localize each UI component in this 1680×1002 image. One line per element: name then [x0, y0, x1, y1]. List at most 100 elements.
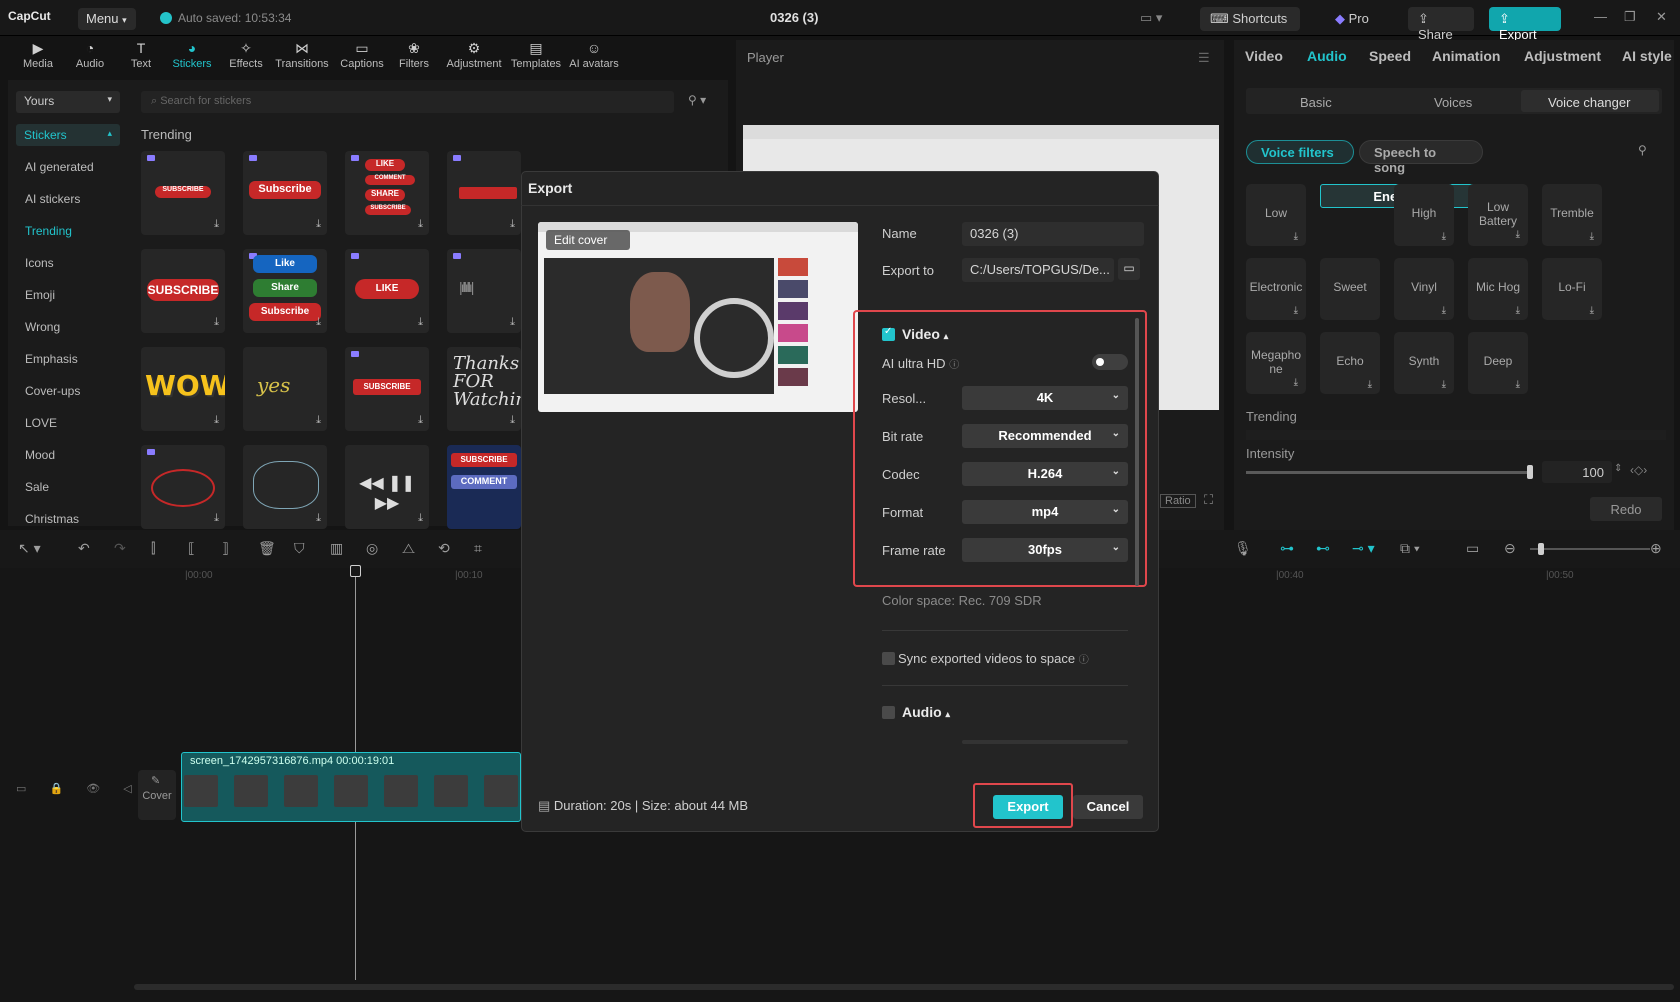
- split-icon[interactable]: ⫿: [151, 540, 155, 557]
- freeze-icon[interactable]: ▥: [330, 540, 343, 557]
- tool-filters[interactable]: ❀ Filters: [386, 40, 442, 70]
- voice-filter-synth[interactable]: Synth ⤓: [1394, 332, 1454, 394]
- download-icon[interactable]: ⤓: [316, 414, 321, 427]
- redo-icon[interactable]: ↷: [114, 540, 126, 557]
- crop-icon[interactable]: ⌗: [474, 540, 482, 557]
- category-ai-generated[interactable]: AI generated: [25, 160, 94, 174]
- tool-media[interactable]: ▶ Media: [10, 40, 66, 70]
- video-heading[interactable]: Video ▴: [902, 326, 948, 342]
- download-icon[interactable]: ⤓: [214, 414, 219, 427]
- sticker-tile[interactable]: Like Share Subscribe ⤓: [243, 249, 327, 333]
- name-input[interactable]: 0326 (3): [962, 222, 1144, 246]
- category-stickers[interactable]: Stickers ▴: [16, 124, 120, 146]
- keyframe-icon[interactable]: ‹◇›: [1630, 463, 1647, 477]
- video-checkbox[interactable]: ✓: [882, 326, 895, 341]
- voice-filter-echo[interactable]: Echo ⤓: [1320, 332, 1380, 394]
- sticker-tile[interactable]: SUBSCRIBE ⤓: [141, 249, 225, 333]
- download-icon[interactable]: ⤓: [418, 512, 423, 525]
- sticker-tile[interactable]: yes ⤓: [243, 347, 327, 431]
- voice-filter-sweet[interactable]: Sweet: [1320, 258, 1380, 320]
- sticker-tile[interactable]: SUBSCRIBE COMMENT: [447, 445, 521, 529]
- download-icon[interactable]: ⤓: [418, 414, 423, 427]
- voice-filter-mic-hog[interactable]: Mic Hog ⤓: [1468, 258, 1528, 320]
- sticker-tile[interactable]: ◀◀ ❚❚ ▶▶ ⤓: [345, 445, 429, 529]
- pro-button[interactable]: ◆ Pro: [1325, 7, 1385, 31]
- redo-button[interactable]: Redo: [1590, 497, 1662, 521]
- preview-axis-icon[interactable]: ⊸ ▾: [1352, 540, 1375, 557]
- category-emoji[interactable]: Emoji: [25, 288, 55, 302]
- voice-filter-megaphone[interactable]: Megaphone ⤓: [1246, 332, 1306, 394]
- tool-templates[interactable]: ▤ Templates: [506, 40, 566, 70]
- maximize-icon[interactable]: ❐: [1624, 9, 1636, 25]
- menu-icon[interactable]: ☰: [1198, 50, 1210, 66]
- zoom-slider-thumb[interactable]: [1538, 543, 1544, 555]
- voice-filter-deep[interactable]: Deep ⤓: [1468, 332, 1528, 394]
- download-icon[interactable]: ⤓: [510, 218, 515, 231]
- category-icons[interactable]: Icons: [25, 256, 54, 270]
- intensity-slider-thumb[interactable]: [1527, 465, 1533, 479]
- download-icon[interactable]: ⤓: [1516, 305, 1520, 316]
- screen-icon[interactable]: ▭: [1466, 540, 1479, 557]
- download-icon[interactable]: ⤓: [316, 316, 321, 329]
- download-icon[interactable]: ⤓: [510, 316, 515, 329]
- download-icon[interactable]: ⤓: [1294, 305, 1298, 316]
- voice-filters-button[interactable]: Voice filters: [1246, 140, 1354, 164]
- voice-filter-lo-fi[interactable]: Lo-Fi ⤓: [1542, 258, 1602, 320]
- download-icon[interactable]: ⤓: [1294, 231, 1298, 242]
- codec-select[interactable]: H.264 ⌄: [962, 462, 1128, 486]
- sticker-tile[interactable]: SUBSCRIBE ⤓: [141, 151, 225, 235]
- zoom-slider[interactable]: [1530, 548, 1650, 550]
- zoom-out-icon[interactable]: ⊖: [1504, 540, 1516, 557]
- split-left-icon[interactable]: ⟦: [188, 540, 195, 557]
- download-icon[interactable]: ⤓: [1590, 305, 1594, 316]
- audio-heading[interactable]: Audio ▴: [902, 704, 950, 720]
- tool-ai-avatars[interactable]: ☺ AI avatars: [564, 40, 624, 70]
- filter-icon[interactable]: ⚲: [1638, 143, 1647, 157]
- share-button[interactable]: ⇪ Share: [1408, 7, 1474, 42]
- layout-icon[interactable]: ▭ ▾: [1140, 10, 1162, 26]
- tool-transitions[interactable]: ⋈ Transitions: [274, 40, 330, 70]
- download-icon[interactable]: ⤓: [1516, 228, 1520, 242]
- select-tool-icon[interactable]: ↖ ▾: [18, 540, 41, 557]
- bitrate-select[interactable]: Recommended ⌄: [962, 424, 1128, 448]
- sticker-tile[interactable]: Thanks FOR Watching ⤓: [447, 347, 521, 431]
- download-icon[interactable]: ⤓: [1442, 379, 1446, 390]
- timeline-scrollbar[interactable]: [134, 984, 1674, 990]
- download-icon[interactable]: ⤓: [510, 414, 515, 427]
- menu-button[interactable]: Menu ▾: [78, 8, 136, 30]
- dialog-scrollbar[interactable]: [1135, 318, 1139, 586]
- sticker-tile[interactable]: LIKE ⤓: [345, 249, 429, 333]
- sticker-tile[interactable]: SUBSCRIBE ⤓: [345, 347, 429, 431]
- subtab-voice-changer[interactable]: Voice changer: [1548, 95, 1630, 110]
- marker-icon[interactable]: ⛉: [294, 540, 305, 557]
- format-select[interactable]: mp4 ⌄: [962, 500, 1128, 524]
- download-icon[interactable]: ⤓: [418, 316, 423, 329]
- sticker-tile[interactable]: ⤓: [243, 445, 327, 529]
- stepper-icon[interactable]: ⇕: [1614, 463, 1622, 474]
- voice-filter-high[interactable]: High ⤓: [1394, 184, 1454, 246]
- link-icon[interactable]: ⊷: [1316, 540, 1330, 557]
- tool-stickers[interactable]: ◕ Stickers: [164, 40, 220, 70]
- category-mood[interactable]: Mood: [25, 448, 55, 462]
- cancel-button[interactable]: Cancel: [1073, 795, 1143, 819]
- category-christmas[interactable]: Christmas: [25, 512, 79, 526]
- tool-effects[interactable]: ✧ Effects: [218, 40, 274, 70]
- sticker-tile[interactable]: Subscribe ⤓: [243, 151, 327, 235]
- split-right-icon[interactable]: ⟧: [222, 540, 229, 557]
- sticker-search-input[interactable]: ⌕ Search for stickers: [141, 91, 674, 113]
- tab-audio[interactable]: Audio: [1307, 48, 1347, 64]
- delete-icon[interactable]: 🗑: [258, 540, 276, 557]
- download-icon[interactable]: ⤓: [1294, 376, 1298, 390]
- intensity-value-input[interactable]: 100: [1542, 461, 1612, 483]
- export-button[interactable]: Export: [993, 795, 1063, 819]
- edit-cover-button[interactable]: Edit cover: [546, 230, 630, 250]
- category-trending[interactable]: Trending: [25, 224, 72, 238]
- framerate-select[interactable]: 30fps ⌄: [962, 538, 1128, 562]
- sync-checkbox[interactable]: [882, 652, 895, 665]
- category-wrong[interactable]: Wrong: [25, 320, 60, 334]
- snap-icon[interactable]: ⧉ ▾: [1400, 540, 1420, 557]
- tool-captions[interactable]: ▭ Captions: [334, 40, 390, 70]
- minimize-icon[interactable]: —: [1594, 9, 1607, 24]
- tool-audio[interactable]: ◔ Audio: [62, 40, 118, 70]
- tab-animation[interactable]: Animation: [1432, 48, 1500, 64]
